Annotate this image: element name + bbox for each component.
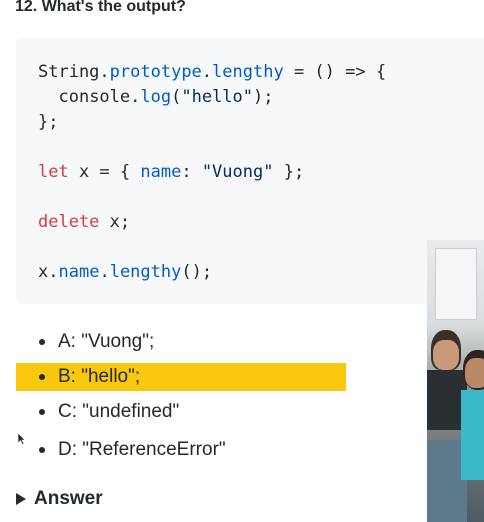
person-face <box>465 358 484 388</box>
code-line-6: x.name.lengthy(); <box>38 261 212 283</box>
option-a: A: "Vuong"; <box>16 328 154 356</box>
code-token: . <box>201 62 213 82</box>
code-token: ); <box>253 87 274 107</box>
option-d: D: "ReferenceError" <box>16 436 226 464</box>
bullet-icon <box>39 339 45 345</box>
code-token: prototype <box>109 62 202 82</box>
code-token: . <box>99 262 110 282</box>
person-face <box>433 340 459 370</box>
option-label: D: "ReferenceError" <box>58 439 226 460</box>
webcam-overlay <box>427 240 484 522</box>
code-token: "hello" <box>181 87 254 107</box>
code-token: ( <box>171 87 182 107</box>
bullet-icon <box>39 374 45 380</box>
question-title: 12. What's the output? <box>15 0 186 15</box>
code-token: }; <box>273 162 305 182</box>
person-shirt <box>461 390 484 480</box>
code-token: "Vuong" <box>201 162 274 182</box>
code-token: lengthy <box>109 262 182 282</box>
answer-toggle[interactable]: Answer <box>16 488 103 510</box>
code-line-5: delete x; <box>38 211 130 233</box>
code-token: = () => { <box>283 62 387 82</box>
background-window <box>435 248 477 320</box>
bullet-icon <box>39 409 45 415</box>
code-token: lengthy <box>212 62 284 82</box>
code-token: }; <box>38 112 59 132</box>
code-token: console <box>58 87 131 107</box>
code-token: delete <box>38 212 100 232</box>
code-line-2: console.log("hello"); <box>38 86 274 108</box>
option-label: C: "undefined" <box>58 401 180 422</box>
option-c: C: "undefined" <box>16 398 179 426</box>
code-token: name <box>140 162 182 182</box>
code-line-3: }; <box>38 111 58 133</box>
code-token: . <box>130 87 141 107</box>
bullet-icon <box>39 447 45 453</box>
code-token: . <box>48 262 59 282</box>
code-token: String <box>38 62 100 82</box>
option-label: B: "hello"; <box>58 366 141 387</box>
answer-label: Answer <box>34 488 103 509</box>
triangle-right-icon <box>16 493 26 505</box>
option-label: A: "Vuong"; <box>58 331 155 352</box>
code-token: log <box>140 87 172 107</box>
code-token: (); <box>181 262 213 282</box>
code-token: name <box>58 262 100 282</box>
code-token: . <box>99 62 110 82</box>
code-token: x <box>38 262 49 282</box>
code-token: x = { <box>68 162 141 182</box>
code-line-1: String.prototype.lengthy = () => { <box>38 61 386 83</box>
code-token: : <box>181 162 202 182</box>
mouse-cursor-icon <box>18 433 26 445</box>
code-line-4: let x = { name: "Vuong" }; <box>38 161 304 183</box>
code-token: x; <box>99 212 131 232</box>
code-token: let <box>38 162 69 182</box>
option-b: B: "hello"; <box>16 363 346 391</box>
